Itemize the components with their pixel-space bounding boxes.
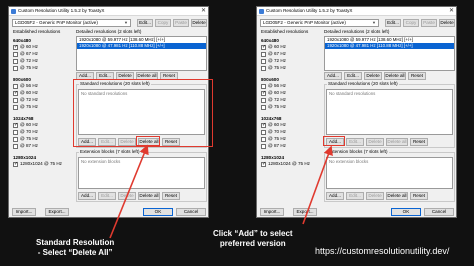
caption-right: Click “Add” to select preferred version [213, 229, 293, 250]
caption-left: Standard Resolution - Select “Delete All… [36, 238, 114, 259]
caption-right-line2: preferred version [219, 239, 286, 249]
arrow-to-delete-all [109, 144, 149, 239]
site-url[interactable]: https://customresolutionutility.dev/ [315, 246, 449, 256]
arrows-overlay [109, 144, 333, 239]
caption-left-line1: Standard Resolution [36, 238, 115, 247]
arrow-to-add [302, 145, 333, 225]
caption-right-line1: Click “Add” to select [213, 229, 293, 238]
caption-left-line2: - Select “Delete All” [37, 248, 113, 258]
